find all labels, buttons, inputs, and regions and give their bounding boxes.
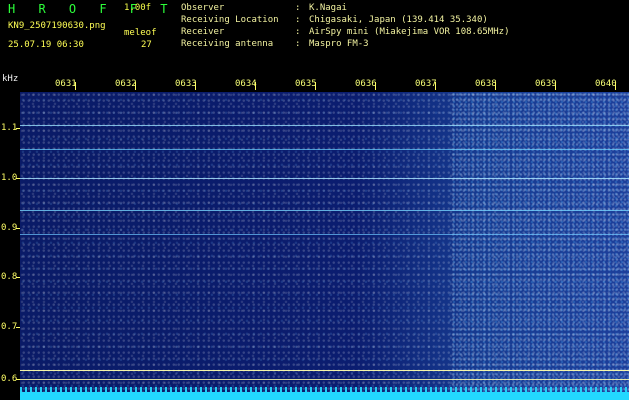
spectrogram-canvas: [20, 92, 629, 400]
location-value: Chigasaki, Japan (139.414 35.340): [309, 15, 488, 25]
signal-line: [20, 178, 629, 179]
y-label-1-0: 1.0: [1, 173, 18, 183]
y-axis: 1.1 1.0 0.9 0.8 0.7 0.6: [0, 92, 20, 400]
meleof-label: meleof: [124, 28, 157, 38]
reference-line: [20, 370, 629, 371]
filename: KN9_2507190630.png: [8, 21, 106, 31]
signal-line: [20, 125, 629, 126]
x-tick: [75, 82, 76, 90]
observation-metadata: Observer: K.Nagai Receiving Location: Chig…: [181, 2, 509, 50]
x-tick: [435, 82, 436, 90]
x-label-0639: 0639: [535, 79, 557, 89]
y-label-0-9: 0.9: [1, 223, 18, 233]
x-label-0637: 0637: [415, 79, 437, 89]
x-tick: [615, 82, 616, 90]
x-label-0640: 0640: [595, 79, 617, 89]
antenna-value: Maspro FM-3: [309, 39, 369, 49]
version-label: 1.00f: [124, 3, 152, 13]
x-tick: [495, 82, 496, 90]
separator: :: [295, 15, 301, 25]
receiver-label: Receiver: [181, 27, 225, 37]
signal-line: [20, 149, 629, 150]
observer-value: K.Nagai: [309, 3, 347, 13]
x-label-0634: 0634: [235, 79, 257, 89]
reference-line: [20, 379, 629, 380]
separator: :: [295, 27, 301, 37]
antenna-row: Receiving antenna: Maspro FM-3: [181, 38, 509, 50]
signal-line: [20, 210, 629, 211]
receiver-row: Receiver: AirSpy mini (Miakejima VOR 108.…: [181, 26, 509, 38]
x-tick: [315, 82, 316, 90]
count-value: 27: [141, 40, 152, 50]
x-label-0638: 0638: [475, 79, 497, 89]
antenna-label: Receiving antenna: [181, 39, 274, 49]
separator: :: [295, 3, 301, 13]
x-label-0635: 0635: [295, 79, 317, 89]
x-tick: [135, 82, 136, 90]
y-label-0-6: 0.6: [1, 374, 18, 384]
signal-line: [20, 234, 629, 235]
y-label-0-7: 0.7: [1, 322, 18, 332]
x-label-0633: 0633: [175, 79, 197, 89]
x-label-0631: 0631: [55, 79, 77, 89]
x-tick: [555, 82, 556, 90]
baseline-band: [20, 392, 629, 400]
observer-label: Observer: [181, 3, 225, 13]
x-label-0632: 0632: [115, 79, 137, 89]
x-tick: [255, 82, 256, 90]
x-axis: 0631 0632 0633 0634 0635 0636 0637 0638 …: [0, 79, 629, 93]
separator: :: [295, 39, 301, 49]
receiver-value: AirSpy mini (Miakejima VOR 108.65MHz): [309, 27, 510, 37]
location-label: Receiving Location: [181, 15, 279, 25]
dense-noise-area: [451, 92, 629, 400]
x-label-0636: 0636: [355, 79, 377, 89]
observer-row: Observer: K.Nagai: [181, 2, 509, 14]
location-row: Receiving Location: Chigasaki, Japan (139…: [181, 14, 509, 26]
x-tick: [195, 82, 196, 90]
x-tick: [375, 82, 376, 90]
y-label-0-8: 0.8: [1, 272, 18, 282]
timestamp: 25.07.19 06:30: [8, 40, 84, 50]
header: H R O F F T 1.00f KN9_2507190630.png mel…: [0, 0, 629, 84]
y-label-1-1: 1.1: [1, 123, 18, 133]
